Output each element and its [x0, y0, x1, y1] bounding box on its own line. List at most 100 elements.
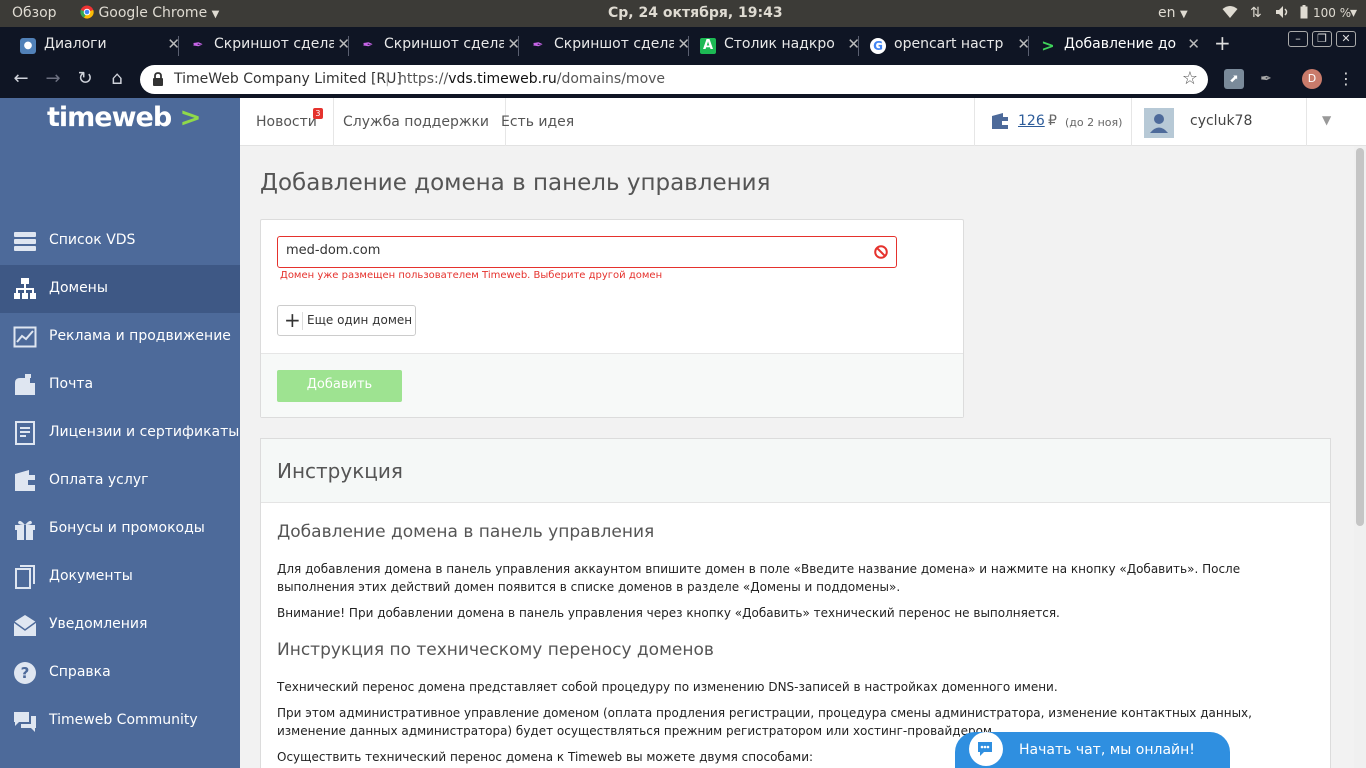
sidebar-item-notifications[interactable]: Уведомления [0, 601, 240, 649]
sidebar-item-ads[interactable]: Реклама и продвижение [0, 313, 240, 361]
window-controls: – ❐ ✕ [1284, 31, 1356, 47]
divider [302, 312, 303, 330]
sidebar-item-label: Документы [49, 568, 133, 584]
tab-divider [688, 36, 689, 56]
battery-icon[interactable] [1300, 5, 1308, 23]
lock-icon [153, 72, 163, 86]
error-icon [874, 245, 888, 259]
bookmark-star-icon[interactable]: ☆ [1182, 68, 1198, 89]
sidebar-item-label: Домены [49, 280, 108, 296]
instructions-paragraph: Внимание! При добавлении домена в панель… [277, 606, 1060, 620]
sidebar-item-mail[interactable]: Почта [0, 361, 240, 409]
power-menu-icon[interactable]: ▾ [1350, 5, 1357, 21]
browser-tab[interactable]: ● Диалоги ✕ [12, 30, 180, 61]
balance-amount[interactable]: 126 [1018, 113, 1045, 129]
instructions-header: Инструкция [261, 439, 1330, 503]
lang-label: en [1158, 5, 1176, 21]
tab-divider [348, 36, 349, 56]
timeweb-logo[interactable]: timeweb > [47, 102, 202, 133]
browser-tab[interactable]: ✒ Скриншот сдела ✕ [178, 30, 350, 61]
browser-tab[interactable]: ✒ Скриншот сдела ✕ [518, 30, 690, 61]
logo-area: timeweb > [0, 98, 240, 146]
sidebar-item-label: Реклама и продвижение [49, 328, 231, 344]
volume-icon[interactable] [1275, 5, 1291, 23]
nav-idea[interactable]: Есть идея [485, 98, 590, 146]
browser-tab[interactable]: G opencart настр ✕ [858, 30, 1030, 61]
close-icon[interactable]: ✕ [1187, 35, 1200, 53]
battery-percent: 100 % [1313, 6, 1352, 20]
sidebar-item-community[interactable]: Timeweb Community [0, 697, 240, 745]
sidebar-item-label: Бонусы и промокоды [49, 520, 205, 536]
domain-input[interactable] [286, 243, 846, 258]
sidebar-item-licenses[interactable]: Лицензии и сертификаты [0, 409, 240, 457]
wallet-icon [992, 113, 1008, 129]
balance-until: (до 2 ноя) [1065, 116, 1123, 129]
sidebar-item-label: Справка [49, 664, 111, 680]
clock[interactable]: Ср, 24 октября, 19:43 [608, 5, 783, 21]
extension-icon[interactable]: ⬈ [1224, 69, 1244, 89]
sidebar-item-payment[interactable]: Оплата услуг [0, 457, 240, 505]
extension-feather-icon[interactable]: ✒ [1256, 69, 1276, 89]
sidebar-item-help[interactable]: ? Справка [0, 649, 240, 697]
browser-tab[interactable]: ✒ Скриншот сдела ✕ [348, 30, 520, 61]
username: cycluk78 [1190, 113, 1253, 129]
profile-avatar[interactable]: D [1302, 69, 1322, 89]
site-identity: TimeWeb Company Limited [RU] [174, 71, 402, 87]
chat-label: Начать чат, мы онлайн! [1019, 742, 1195, 758]
sidebar-item-bonuses[interactable]: Бонусы и промокоды [0, 505, 240, 553]
sidebar-item-documents[interactable]: Документы [0, 553, 240, 601]
envelope-icon [13, 615, 37, 636]
activities-button[interactable]: Обзор [12, 5, 57, 21]
chevron-down-icon: ▼ [211, 9, 220, 20]
browser-tab[interactable]: A Столик надкро ✕ [688, 30, 860, 61]
nav-news[interactable]: Новости 3 [240, 98, 334, 146]
documents-icon [15, 565, 35, 589]
reload-icon[interactable]: ↻ [74, 68, 96, 90]
url-path: /domains/move [556, 71, 666, 87]
add-button[interactable]: Добавить [277, 370, 402, 402]
nav-support[interactable]: Служба поддержки [327, 98, 507, 146]
scrollbar-thumb[interactable] [1356, 148, 1364, 526]
help-icon: ? [14, 662, 36, 684]
sidebar-item-vds[interactable]: Список VDS [0, 217, 240, 265]
home-icon[interactable]: ⌂ [106, 68, 128, 90]
instructions-heading: Добавление домена в панель управления [277, 522, 655, 542]
chevron-down-icon[interactable]: ▼ [1322, 113, 1331, 127]
tab-divider [1028, 36, 1029, 56]
app-menu[interactable]: Google Chrome ▼ [80, 5, 219, 21]
balance-widget[interactable]: 126 ₽ (до 2 ноя) [974, 98, 1132, 146]
chevron-down-icon: ▼ [1179, 9, 1188, 20]
user-menu[interactable]: cycluk78 ▼ [1132, 98, 1366, 146]
address-bar[interactable]: TimeWeb Company Limited [RU] | https://v… [140, 65, 1208, 94]
forward-icon[interactable]: → [42, 68, 64, 90]
chrome-menu-icon[interactable]: ⋮ [1336, 69, 1356, 89]
close-window-icon[interactable]: ✕ [1336, 31, 1356, 47]
nav-news-label: Новости [256, 114, 317, 130]
page-scrollbar[interactable] [1354, 146, 1366, 768]
news-count-badge: 3 [312, 108, 323, 119]
sidebar-item-label: Оплата услуг [49, 472, 149, 488]
logo-arrow-icon: > [179, 103, 202, 133]
minimize-icon[interactable]: – [1288, 31, 1308, 47]
nav-support-label: Служба поддержки [343, 114, 490, 130]
sitemap-icon [14, 278, 36, 299]
browser-tab-active[interactable]: > Добавление до ✕ [1028, 30, 1200, 61]
certificate-icon [15, 421, 35, 445]
sidebar-item-domains[interactable]: Домены [0, 265, 240, 313]
back-icon[interactable]: ← [10, 68, 32, 90]
timeweb-arrow-icon: > [1041, 36, 1055, 55]
new-tab-button[interactable]: + [1214, 31, 1231, 55]
tab-title: Скриншот сдела [214, 36, 334, 52]
domain-field[interactable] [277, 236, 897, 268]
browser-tab-strip: ● Диалоги ✕ ✒ Скриншот сдела ✕ ✒ Скриншо… [0, 27, 1366, 61]
feather-icon: ✒ [532, 38, 544, 53]
chat-widget-button[interactable]: Начать чат, мы онлайн! [955, 732, 1230, 768]
transfer-icon[interactable]: ⇅ [1250, 5, 1262, 21]
restore-icon[interactable]: ❐ [1312, 31, 1332, 47]
plus-icon: + [284, 308, 301, 332]
add-another-domain-button[interactable]: + Еще один домен [277, 305, 416, 336]
feather-icon: ✒ [192, 38, 204, 53]
keyboard-layout[interactable]: en ▼ [1158, 5, 1188, 21]
wifi-icon[interactable] [1222, 5, 1238, 23]
vk-icon: ● [20, 38, 36, 54]
